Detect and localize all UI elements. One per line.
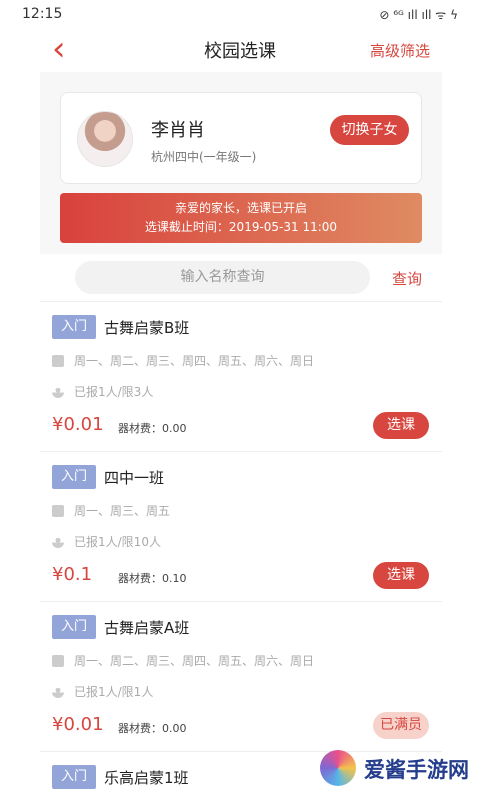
enrollment-line: 已报1人/限3人 (52, 383, 153, 400)
calendar-icon (52, 354, 64, 367)
level-tag: 入门 (52, 315, 96, 339)
material-fee: 器材费：0.00 (118, 422, 187, 435)
watermark-logo-icon (320, 750, 356, 786)
material-fee: 器材费：0.10 (118, 572, 187, 585)
title-bar: ‹ 校园选课 高级筛选 (0, 28, 480, 72)
course-price: ¥0.1 (52, 564, 93, 585)
enrollment-text: 已报1人/限3人 (74, 385, 154, 399)
status-icons: ⊘ ⁶ᴳ ıll ıll ᯤ ϟ (379, 7, 458, 22)
course-price: ¥0.01 (52, 414, 104, 435)
calendar-icon (52, 504, 64, 517)
back-icon[interactable]: ‹ (52, 32, 76, 66)
switch-child-button[interactable]: 切换子女 (330, 115, 409, 145)
status-time: 12:15 (22, 6, 63, 22)
person-icon (52, 685, 64, 698)
status-bar: 12:15 ⊘ ⁶ᴳ ıll ıll ᯤ ϟ (0, 0, 480, 28)
enrollment-line: 已报1人/限10人 (52, 533, 161, 550)
course-title: 古舞启蒙A班 (104, 619, 190, 637)
select-course-button[interactable]: 选课 (373, 412, 429, 439)
person-icon (52, 385, 64, 398)
avatar (77, 111, 133, 167)
child-profile-card: 李肖肖 杭州四中(一年级一) 切换子女 (60, 92, 422, 184)
course-selection-screen: 12:15 ⊘ ⁶ᴳ ıll ıll ᯤ ϟ ‹ 校园选课 高级筛选 李肖肖 杭… (0, 0, 480, 800)
search-button[interactable]: 查询 (392, 268, 422, 289)
enrollment-text: 已报1人/限1人 (74, 685, 154, 699)
course-title: 四中一班 (104, 469, 165, 487)
level-tag: 入门 (52, 465, 96, 489)
weekday-line: 周一、周二、周三、周四、周五、周六、周日 (52, 352, 314, 369)
selection-notice: 亲爱的家长，选课已开启 选课截止时间：2019-05-31 11:00 (60, 193, 422, 243)
watermark-text: 爱酱手游网 (364, 758, 469, 782)
enrollment-text: 已报1人/限10人 (74, 535, 161, 549)
search-row: 输入名称查询 查询 (40, 254, 442, 302)
course-title: 古舞启蒙B班 (104, 319, 190, 337)
advanced-filter-button[interactable]: 高级筛选 (370, 40, 430, 61)
weekday-text: 周一、周三、周五 (74, 504, 171, 518)
notice-line-2: 选课截止时间：2019-05-31 11:00 (144, 220, 338, 234)
enrollment-line: 已报1人/限1人 (52, 683, 153, 700)
calendar-icon (52, 654, 64, 667)
watermark: 爱酱手游网 (290, 746, 480, 800)
select-course-button[interactable]: 选课 (373, 562, 429, 589)
search-input[interactable]: 输入名称查询 (75, 261, 370, 294)
school-class: 杭州四中(一年级一) (151, 150, 257, 164)
weekday-text: 周一、周二、周三、周四、周五、周六、周日 (74, 654, 315, 668)
material-fee: 器材费：0.00 (118, 722, 187, 735)
weekday-text: 周一、周二、周三、周四、周五、周六、周日 (74, 354, 315, 368)
course-item[interactable]: 入门 古舞启蒙A班 周一、周二、周三、周四、周五、周六、周日 已报1人/限1人 … (40, 602, 442, 752)
course-item[interactable]: 入门 古舞启蒙B班 周一、周二、周三、周四、周五、周六、周日 已报1人/限3人 … (40, 302, 442, 452)
level-tag: 入门 (52, 765, 96, 789)
page-title: 校园选课 (204, 41, 276, 62)
course-title: 乐高启蒙1班 (104, 769, 189, 787)
level-tag: 入门 (52, 615, 96, 639)
weekday-line: 周一、周二、周三、周四、周五、周六、周日 (52, 652, 314, 669)
main-content: 李肖肖 杭州四中(一年级一) 切换子女 亲爱的家长，选课已开启 选课截止时间：2… (40, 72, 442, 800)
child-name: 李肖肖 (151, 120, 205, 141)
notice-line-1: 亲爱的家长，选课已开启 (174, 201, 307, 215)
course-price: ¥0.01 (52, 714, 104, 735)
weekday-line: 周一、周三、周五 (52, 502, 170, 519)
full-status-button: 已满员 (373, 712, 429, 739)
course-item[interactable]: 入门 四中一班 周一、周三、周五 已报1人/限10人 ¥0.1 器材费：0.10… (40, 452, 442, 602)
person-icon (52, 535, 64, 548)
